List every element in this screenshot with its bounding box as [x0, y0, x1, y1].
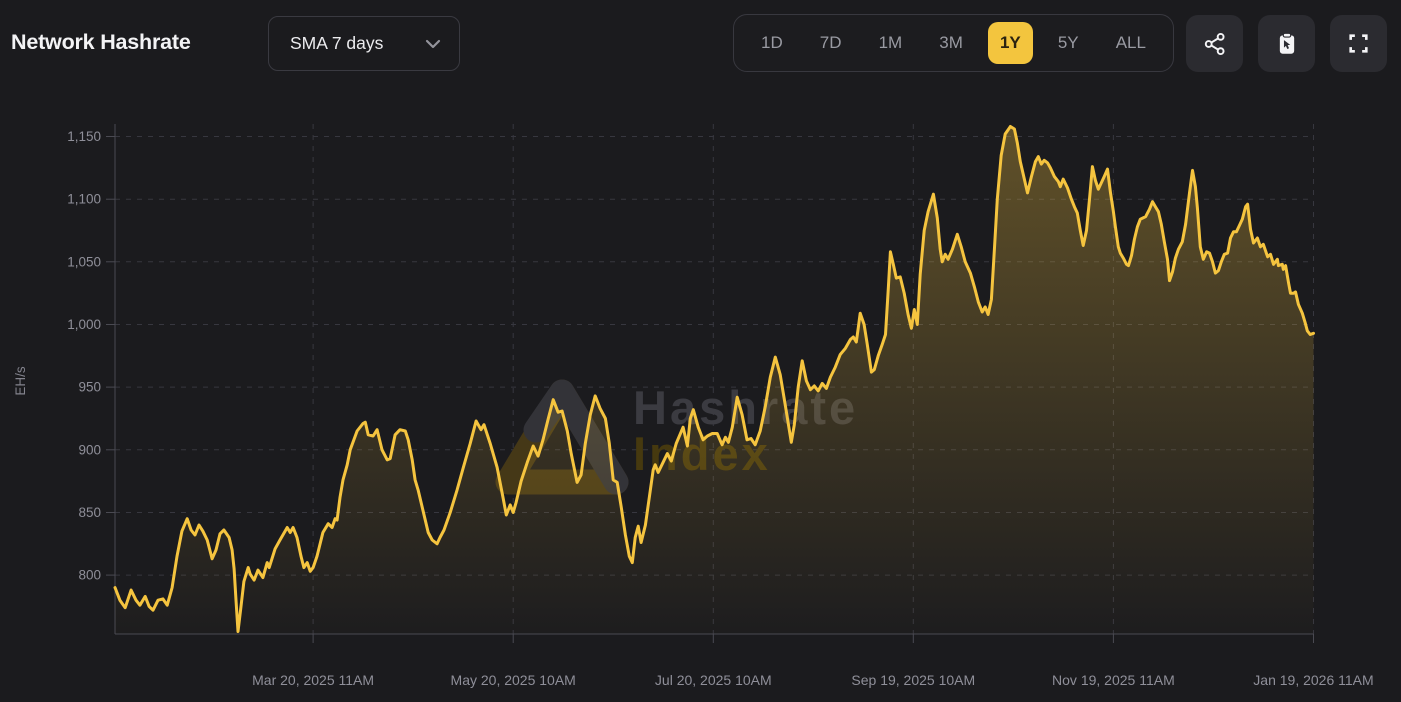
y-axis-tick-label: 1,150	[67, 129, 101, 144]
y-axis-tick-label: 800	[78, 568, 101, 583]
x-axis-tick-label: Jan 19, 2026 11AM	[1253, 672, 1373, 688]
network-hashrate-chart[interactable]: 800 850 900 950 1,000 1,050 1,100 1,150 Mar 20, …	[0, 0, 1401, 702]
y-axis-tick-label: 850	[78, 505, 101, 520]
x-axis-tick-label: Nov 19, 2025 11AM	[1052, 672, 1175, 688]
x-axis-tick-label: Jul 20, 2025 10AM	[655, 672, 772, 688]
y-axis-tick-label: 900	[78, 442, 101, 457]
y-axis-tick-label: 1,050	[67, 254, 101, 269]
x-axis-tick-label: May 20, 2025 10AM	[451, 672, 576, 688]
x-axis-tick-label: Mar 20, 2025 11AM	[252, 672, 374, 688]
y-axis-tick-label: 1,100	[67, 192, 101, 207]
y-axis-tick-label: 1,000	[67, 317, 101, 332]
y-axis-tick-label: 950	[78, 380, 101, 395]
y-axis-title: EH/s	[13, 366, 28, 396]
x-axis-tick-label: Sep 19, 2025 10AM	[851, 672, 975, 688]
